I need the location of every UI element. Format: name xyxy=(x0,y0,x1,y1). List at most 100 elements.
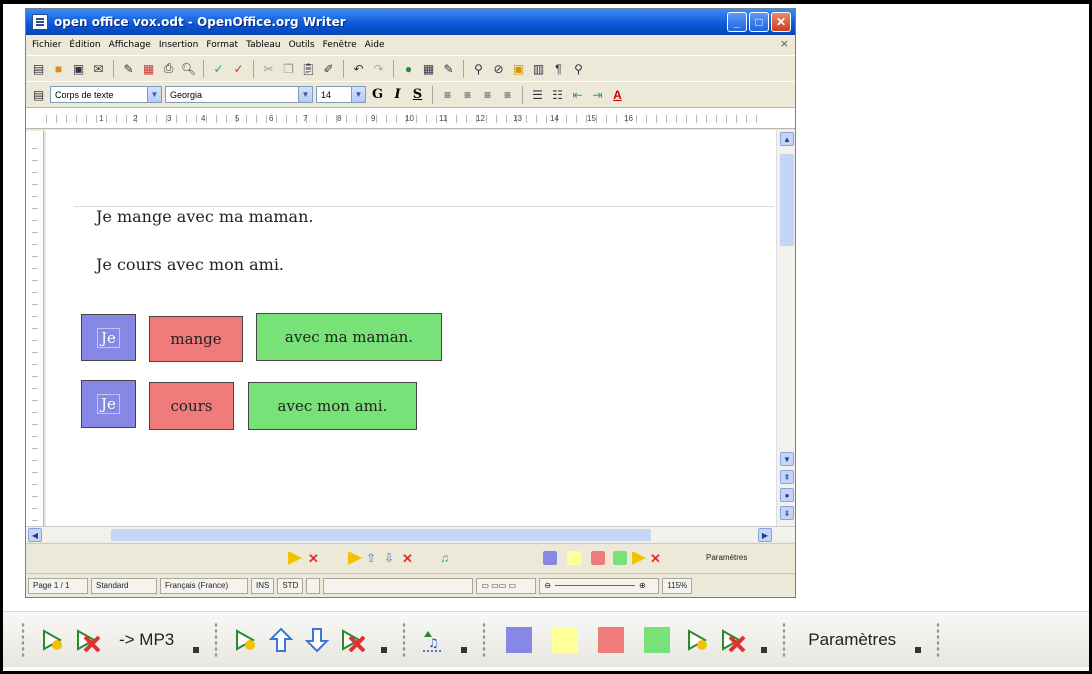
vertical-scrollbar[interactable]: ▲ ▼ ⇞ ● ⇟ xyxy=(776,130,795,526)
play-icon[interactable] xyxy=(288,551,302,565)
status-language[interactable]: Français (France) xyxy=(160,577,248,594)
document-line-1[interactable]: Je mange avec ma maman. xyxy=(96,207,313,226)
insert-audio-icon[interactable]: ♫ xyxy=(416,623,450,657)
datasources-icon[interactable]: ▥ xyxy=(530,60,547,77)
previous-page-icon[interactable]: ⇞ xyxy=(780,470,794,484)
arrow-up-icon[interactable]: ⇧ xyxy=(366,551,380,565)
italic-button[interactable]: I xyxy=(389,87,406,102)
menu-edition[interactable]: Édition xyxy=(65,40,104,50)
close-document-icon[interactable]: × xyxy=(780,37,789,50)
autospell-icon[interactable]: ✓ xyxy=(230,60,247,77)
scroll-down-icon[interactable]: ▼ xyxy=(780,452,794,466)
menu-aide[interactable]: Aide xyxy=(361,40,389,50)
horizontal-scrollbar[interactable]: ◀ ▶ xyxy=(26,526,795,542)
toolbar-dropdown[interactable] xyxy=(910,623,926,657)
delete-icon[interactable]: ✕ xyxy=(402,551,416,566)
toolbar-dropdown[interactable] xyxy=(188,623,204,657)
scroll-thumb[interactable] xyxy=(780,154,794,246)
spellcheck-icon[interactable]: ✓ xyxy=(210,60,227,77)
toolbar-grip[interactable] xyxy=(402,621,407,658)
toolbar-grip[interactable] xyxy=(482,621,487,658)
toolbar-grip[interactable] xyxy=(782,621,787,658)
params-button-small[interactable]: Paramètres xyxy=(706,553,747,562)
font-name-select[interactable]: Georgia ▼ xyxy=(165,86,313,103)
minimize-button[interactable]: _ xyxy=(727,12,747,32)
menu-format[interactable]: Format xyxy=(202,40,242,50)
play-icon[interactable] xyxy=(348,551,362,565)
convert-mp3-button[interactable]: -> MP3 xyxy=(119,630,174,650)
word-card-complement[interactable]: avec ma maman. xyxy=(256,313,442,361)
play-icon[interactable] xyxy=(632,551,646,565)
navigation-icon[interactable]: ● xyxy=(780,488,794,502)
copy-icon[interactable]: ❐ xyxy=(280,60,297,77)
menu-fenetre[interactable]: Fenêtre xyxy=(319,40,361,50)
redo-icon[interactable]: ↷ xyxy=(370,60,387,77)
find-replace-icon[interactable]: ⚲ xyxy=(470,60,487,77)
move-up-icon[interactable] xyxy=(264,623,298,657)
gallery-icon[interactable]: ▣ xyxy=(510,60,527,77)
status-insert-mode[interactable]: INS xyxy=(251,577,275,594)
delete-icon[interactable] xyxy=(71,623,105,657)
menu-affichage[interactable]: Affichage xyxy=(105,40,155,50)
bold-button[interactable]: G xyxy=(369,87,386,102)
mail-icon[interactable]: ✉ xyxy=(90,60,107,77)
align-center-icon[interactable]: ≡ xyxy=(459,86,476,103)
play-icon[interactable] xyxy=(228,623,262,657)
new-document-icon[interactable]: ▤ xyxy=(30,60,47,77)
open-icon[interactable]: ■ xyxy=(50,60,67,77)
styles-icon[interactable]: ▤ xyxy=(30,86,47,103)
increase-indent-icon[interactable]: ⇥ xyxy=(589,86,606,103)
scroll-right-icon[interactable]: ▶ xyxy=(758,528,772,542)
pdf-export-icon[interactable]: ▦ xyxy=(140,60,157,77)
toolbar-grip[interactable] xyxy=(214,621,219,658)
underline-button[interactable]: S xyxy=(409,87,426,102)
scroll-thumb[interactable] xyxy=(111,529,651,541)
hyperlink-icon[interactable]: ● xyxy=(400,60,417,77)
toolbar-dropdown[interactable] xyxy=(456,623,472,657)
bullets-icon[interactable]: ☷ xyxy=(549,86,566,103)
navigator-icon[interactable]: ⊘ xyxy=(490,60,507,77)
paste-icon[interactable]: 📋︎ xyxy=(300,60,317,77)
draw-icon[interactable]: ✎ xyxy=(440,60,457,77)
next-page-icon[interactable]: ⇟ xyxy=(780,506,794,520)
maximize-button[interactable]: □ xyxy=(749,12,769,32)
delete-icon[interactable]: ✕ xyxy=(308,551,322,566)
menu-insertion[interactable]: Insertion xyxy=(155,40,203,50)
word-card-verb[interactable]: mange xyxy=(149,316,243,362)
format-paintbrush-icon[interactable]: ✐ xyxy=(320,60,337,77)
toolbar-grip[interactable] xyxy=(936,621,941,658)
arrow-down-icon[interactable]: ⇩ xyxy=(384,551,398,565)
play-icon[interactable] xyxy=(680,623,714,657)
decrease-indent-icon[interactable]: ⇤ xyxy=(569,86,586,103)
toolbar-dropdown[interactable] xyxy=(376,623,392,657)
word-card-verb[interactable]: cours xyxy=(149,382,234,430)
scroll-up-icon[interactable]: ▲ xyxy=(780,132,794,146)
justify-icon[interactable]: ≡ xyxy=(499,86,516,103)
status-style[interactable]: Standard xyxy=(91,577,157,594)
word-card-subject[interactable]: Je xyxy=(81,314,136,361)
delete-icon[interactable] xyxy=(716,623,750,657)
view-layout-icon[interactable]: ▭ ▭▭ ▭ xyxy=(476,577,537,594)
menu-fichier[interactable]: Fichier xyxy=(28,40,65,50)
color-yellow-swatch[interactable] xyxy=(552,626,579,653)
color-red-swatch[interactable] xyxy=(591,551,605,565)
play-icon[interactable] xyxy=(35,623,69,657)
color-green-swatch[interactable] xyxy=(613,551,627,565)
print-preview-icon[interactable]: 🔍︎ xyxy=(180,60,197,77)
delete-icon[interactable] xyxy=(336,623,370,657)
undo-icon[interactable]: ↶ xyxy=(350,60,367,77)
color-yellow-swatch[interactable] xyxy=(567,551,581,565)
zoom-slider[interactable]: ⊖ ⊕ xyxy=(539,577,660,594)
edit-file-icon[interactable]: ✎ xyxy=(120,60,137,77)
align-left-icon[interactable]: ≡ xyxy=(439,86,456,103)
zoom-out-icon[interactable]: ⊖ xyxy=(544,581,551,590)
cut-icon[interactable]: ✂ xyxy=(260,60,277,77)
close-button[interactable]: ✕ xyxy=(771,12,791,32)
document-line-2[interactable]: Je cours avec mon ami. xyxy=(96,255,284,274)
status-selection-mode[interactable]: STD xyxy=(277,577,304,594)
insert-audio-icon[interactable]: ♫ xyxy=(440,551,454,565)
color-red-swatch[interactable] xyxy=(598,626,625,653)
numbering-icon[interactable]: ☰ xyxy=(529,86,546,103)
font-size-select[interactable]: 14 ▼ xyxy=(316,86,366,103)
table-icon[interactable]: ▦ xyxy=(420,60,437,77)
